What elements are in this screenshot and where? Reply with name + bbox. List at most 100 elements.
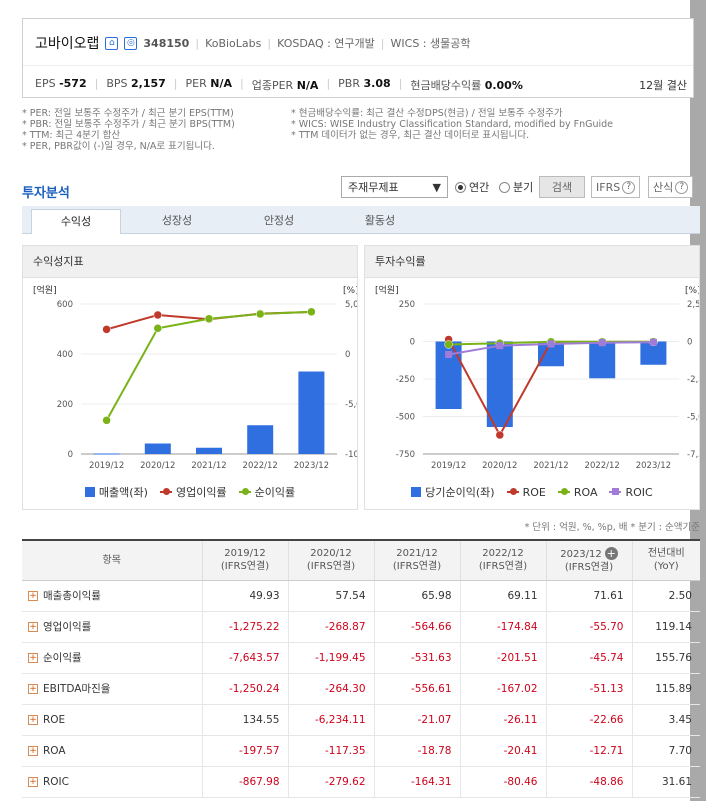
row-label: ROA xyxy=(43,744,66,757)
tab-activity[interactable]: 활동성 xyxy=(335,209,425,234)
bps-metric: BPS 2,157 xyxy=(106,77,166,90)
chart-legend: 당기순이익(좌) ROE ROA ROIC xyxy=(365,484,699,500)
bar-mark xyxy=(589,341,616,379)
table-cell: 69.11 xyxy=(459,580,546,612)
table-cell: -7,643.57 xyxy=(201,642,288,674)
dividend-metric: 현금배당수익률 0.00% xyxy=(410,79,523,92)
expand-row-icon[interactable]: + xyxy=(28,591,38,601)
radio-quarter[interactable]: 분기 xyxy=(499,176,533,198)
tab-profitability[interactable]: 수익성 xyxy=(31,209,121,234)
x-tick-label: 2019/12 xyxy=(431,461,466,471)
radio-checked-icon xyxy=(455,181,466,193)
table-cell: -167.02 xyxy=(459,673,546,705)
bar-mark xyxy=(247,425,274,454)
table-cell: 65.98 xyxy=(373,580,460,612)
table-row: + ROE 134.55 -6,234.11 -21.07 -26.11 -22.66 3.4… xyxy=(22,704,700,736)
settlement-month: 12월 결산 xyxy=(639,79,687,92)
right-tick-label: 2,500 xyxy=(687,300,699,310)
table-cell: 49.93 xyxy=(201,580,288,612)
chart-legend: 매출액(좌) 영업이익률 순이익률 xyxy=(23,484,357,500)
analysis-tabs: 수익성 성장성 안정성 활동성 xyxy=(22,206,700,234)
table-cell: 71.61 xyxy=(545,580,632,612)
right-tick-label: -7,500 xyxy=(687,450,699,460)
wics-info: WICS : 생물공학 xyxy=(390,37,471,50)
right-tick-label: -2,500 xyxy=(687,375,699,385)
header-period: 2020/12 (IFRS연결) xyxy=(287,539,374,581)
series-point xyxy=(204,314,214,323)
right-axis-unit: [%] xyxy=(343,286,357,296)
legend-swatch xyxy=(238,488,251,495)
left-tick-label: 0 xyxy=(410,338,415,348)
x-tick-label: 2019/12 xyxy=(89,461,124,471)
notes-right: * 현금배당수익률: 최근 결산 수정DPS(현금) / 전일 보통주 수정주가… xyxy=(291,108,613,141)
series-point xyxy=(102,416,111,425)
expand-row-icon[interactable]: + xyxy=(28,714,38,725)
table-cell: -80.46 xyxy=(459,766,546,798)
left-tick-label: 250 xyxy=(399,300,415,310)
section-title: 투자분석 xyxy=(22,186,70,201)
expand-row-icon[interactable]: + xyxy=(28,776,38,787)
notes-left: * PER: 전일 보통주 수정주가 / 최근 분기 EPS(TTM) * PBR… xyxy=(22,108,235,152)
formula-help-button[interactable]: 산식? xyxy=(648,176,694,198)
legend-swatch xyxy=(609,488,622,495)
table-row: + ROA -197.57 -117.35 -18.78 -20.41 -12.71 7.70 xyxy=(22,735,700,767)
right-tick-label: 0 xyxy=(345,350,350,360)
table-cell: -1,250.24 xyxy=(201,673,288,705)
series-point xyxy=(547,340,555,348)
radio-annual[interactable]: 연간 xyxy=(455,176,489,198)
tab-stability[interactable]: 안정성 xyxy=(234,209,324,234)
header-period: 2023/12 + (IFRS연결) xyxy=(545,539,632,581)
table-cell: 2.50 xyxy=(631,580,700,612)
right-tick-label: 0 xyxy=(687,338,692,348)
left-axis-unit: [억원] xyxy=(33,284,57,296)
pbr-metric: PBR 3.08 xyxy=(338,77,391,90)
series-point xyxy=(255,309,265,319)
right-tick-label: -5,0 xyxy=(345,400,357,410)
header-period: 2022/12 (IFRS연결) xyxy=(459,539,546,581)
x-tick-label: 2023/12 xyxy=(636,461,671,471)
table-cell: -45.74 xyxy=(545,642,632,674)
ifrs-help-button[interactable]: IFRS? xyxy=(591,176,641,198)
table-row: + ROIC -867.98 -279.62 -164.31 -80.46 -48.86 31… xyxy=(22,766,700,798)
expand-row-icon[interactable]: + xyxy=(28,622,38,632)
row-label: 순이익률 xyxy=(43,652,82,664)
table-cell: -201.51 xyxy=(459,642,546,674)
legend-swatch xyxy=(506,488,519,495)
header-period: 2019/12 (IFRS연결) xyxy=(201,539,288,581)
expand-row-icon[interactable]: + xyxy=(28,684,38,694)
table-cell: 119.14 xyxy=(631,611,700,643)
x-tick-label: 2020/12 xyxy=(140,461,175,471)
series-point xyxy=(649,338,657,346)
left-tick-label: 600 xyxy=(57,300,73,310)
series-point xyxy=(496,342,504,350)
expand-row-icon[interactable]: + xyxy=(28,653,38,663)
bar-mark xyxy=(486,341,513,427)
table-cell: 7.70 xyxy=(631,735,700,767)
industry-per-metric: 업종PER N/A xyxy=(251,79,319,92)
expand-columns-icon[interactable]: + xyxy=(604,546,618,560)
table-cell: -20.41 xyxy=(459,735,546,767)
row-label: ROE xyxy=(43,713,66,726)
search-button[interactable]: 검색 xyxy=(539,176,585,198)
ir-icon[interactable]: ◎ xyxy=(124,36,138,50)
table-cell: -48.86 xyxy=(545,766,632,798)
home-icon[interactable]: ⌂ xyxy=(105,36,119,50)
per-metric: PER N/A xyxy=(185,77,232,90)
table-cell: -55.70 xyxy=(545,611,632,643)
radio-unchecked-icon xyxy=(499,181,510,193)
table-cell: -22.66 xyxy=(545,704,632,736)
header-item: 항목 xyxy=(22,539,202,581)
statement-select[interactable]: 주재무제표 ▼ xyxy=(341,176,448,198)
table-cell: 134.55 xyxy=(201,704,288,736)
market-info: KOSDAQ : 연구개발 xyxy=(277,37,375,50)
series-point xyxy=(153,324,163,333)
table-cell: -197.57 xyxy=(201,735,288,767)
right-tick-label: -5,000 xyxy=(687,413,699,423)
row-label: 영업이익률 xyxy=(43,621,92,633)
left-tick-label: 400 xyxy=(57,350,73,360)
tab-growth[interactable]: 성장성 xyxy=(132,209,222,234)
table-cell: -867.98 xyxy=(201,766,288,798)
expand-row-icon[interactable]: + xyxy=(28,745,38,756)
company-eng-name: KoBioLabs xyxy=(205,36,262,50)
table-cell: -1,199.45 xyxy=(287,642,374,674)
